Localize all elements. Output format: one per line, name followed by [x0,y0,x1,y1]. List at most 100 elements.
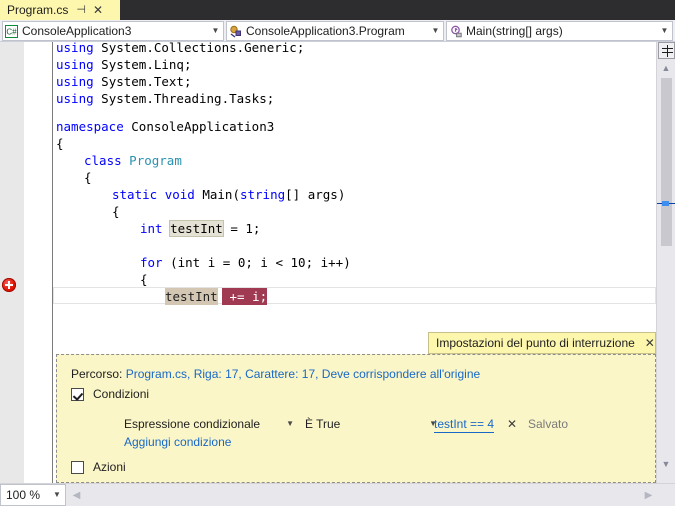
actions-checkbox[interactable] [71,460,84,474]
code-line-for-brace: { [140,271,148,288]
keyword-string: string [239,187,286,202]
for-rest: (int i = 0; i < 10; i++) [162,255,351,270]
keyword-void: void [164,187,195,202]
member-dropdown[interactable]: Main(string[] args) ▼ [446,21,673,41]
condition-type-value: Espressione condizionale [124,417,261,431]
breakpoint-settings-header[interactable]: Impostazioni del punto di interruzione ✕ [428,332,656,354]
brace: { [112,204,120,219]
vertical-scroll-thumb[interactable] [661,78,672,246]
code-line-namespace: namespace ConsoleApplication3 [56,118,274,135]
code-line-decl: int testInt = 1; [140,220,260,237]
type-dropdown-label: ConsoleApplication3.Program [246,24,405,38]
method-name: Main [202,187,233,202]
actions-checkbox-row[interactable]: Azioni [71,460,126,474]
code-line-4: using System.Threading.Tasks; [56,90,274,107]
breakpoint-settings-title: Impostazioni del punto di interruzione [436,336,635,350]
zoom-dropdown[interactable]: 100 % ▼ [0,484,66,506]
code-line-3-rest: System.Text; [93,74,192,89]
keyword-using: using [56,42,94,55]
zoom-value: 100 % [6,488,41,502]
visual-studio-editor-window: Program.cs ⊣ ✕ C# ConsoleApplication3 ▼ [0,0,675,506]
code-line-4-rest: System.Threading.Tasks; [93,91,275,106]
close-icon[interactable]: ✕ [645,333,655,353]
namespace-name: ConsoleApplication3 [131,119,275,134]
code-editor[interactable]: using System.Collections.Generic; using … [0,42,675,483]
code-line-1-rest: System.Collections.Generic; [93,42,305,55]
breakpoint-expr-rest: += i; [222,288,268,305]
vertical-scrollbar[interactable]: ▲ ▼ [656,42,675,483]
chevron-down-icon[interactable]: ▼ [286,415,294,433]
class-name: Program [129,153,182,168]
breakpoint-path-row: Percorso: Program.cs, Riga: 17, Caratter… [71,367,480,381]
breakpoint-expr-variable: testInt [165,288,218,305]
scroll-position-marker [657,201,675,206]
scroll-up-arrow[interactable]: ▲ [657,60,675,76]
method-private-icon [447,21,464,41]
keyword-for: for [140,255,163,270]
code-line-2: using System.Linq; [56,56,191,73]
member-dropdown-label: Main(string[] args) [466,24,563,38]
path-label: Percorso: [71,367,123,381]
brace: { [56,136,64,151]
horizontal-scrollbar-bar: 100 % ▼ ◀ ▶ [0,483,675,506]
param-args: args [307,187,338,202]
tab-strip: Program.cs ⊣ ✕ [0,0,675,20]
code-line-2-rest: System.Linq; [93,57,192,72]
code-line-ns-brace: { [56,135,64,152]
keyword-using: using [56,57,94,72]
condition-type-dropdown[interactable]: Espressione condizionale ▼ [124,415,294,433]
remove-condition-icon[interactable]: ✕ [507,417,517,432]
chevron-down-icon[interactable]: ▼ [428,22,443,40]
brace: { [84,170,92,185]
breakpoint-settings-panel: Percorso: Program.cs, Riga: 17, Caratter… [56,354,656,483]
code-line-1: using System.Collections.Generic; [56,42,304,56]
breakpoint-gutter[interactable] [0,42,24,483]
navigation-bar: C# ConsoleApplication3 ▼ ConsoleApplicat… [0,20,675,42]
keyword-class: class [84,153,122,168]
condition-status-label: Salvato [528,417,569,431]
chevron-down-icon[interactable]: ▼ [657,22,672,40]
code-line-for: for (int i = 0; i < 10; i++) [140,254,351,271]
keyword-namespace: namespace [56,119,124,134]
actions-label: Azioni [93,460,126,474]
add-condition-link[interactable]: Aggiungi condizione [124,435,231,449]
keyword-using: using [56,91,94,106]
tab-label: Program.cs [7,3,69,17]
path-link[interactable]: Program.cs, Riga: 17, Carattere: 17, Dev… [126,367,480,381]
class-icon [227,21,244,41]
csharp-project-icon: C# [3,21,20,41]
conditions-checkbox-row[interactable]: Condizioni [71,387,149,401]
tab-program-cs[interactable]: Program.cs ⊣ ✕ [0,0,120,20]
keyword-int: int [140,221,163,236]
scroll-down-arrow[interactable]: ▼ [657,456,675,472]
svg-text:C#: C# [6,27,17,36]
folding-margin[interactable] [24,42,52,483]
code-line-main: static void Main(string[] args) [112,187,346,202]
code-line-class: class Program [84,152,182,169]
condition-operator-dropdown[interactable]: È True ▼ [305,415,437,433]
code-line-main-brace: { [112,203,120,220]
project-dropdown-label: ConsoleApplication3 [22,24,132,38]
condition-expression-input[interactable]: testInt == 4 [434,417,495,433]
chevron-down-icon[interactable]: ▼ [208,22,223,40]
pin-icon[interactable]: ⊣ [76,0,86,20]
close-icon[interactable]: ✕ [93,0,103,20]
conditions-checkbox[interactable] [71,387,84,401]
type-dropdown[interactable]: ConsoleApplication3.Program ▼ [226,21,444,41]
conditions-label: Condizioni [93,387,150,401]
breakpoint-line-row[interactable]: testInt += i; [53,287,656,305]
project-dropdown[interactable]: C# ConsoleApplication3 ▼ [2,21,224,41]
scroll-right-arrow[interactable]: ▶ [640,487,657,503]
brace: { [140,272,148,287]
code-line-3: using System.Text; [56,73,191,90]
decl-rest: = 1; [222,221,261,236]
gutter-separator [52,42,53,483]
conditional-breakpoint-icon[interactable] [2,278,16,292]
split-view-icon[interactable] [658,42,675,59]
scroll-left-arrow[interactable]: ◀ [68,487,85,503]
chevron-down-icon[interactable]: ▼ [49,485,65,505]
variable-testint-highlight: testInt [169,220,224,237]
code-line-class-brace: { [84,169,92,186]
condition-operator-value: È True [305,417,341,431]
keyword-static: static [112,187,158,202]
